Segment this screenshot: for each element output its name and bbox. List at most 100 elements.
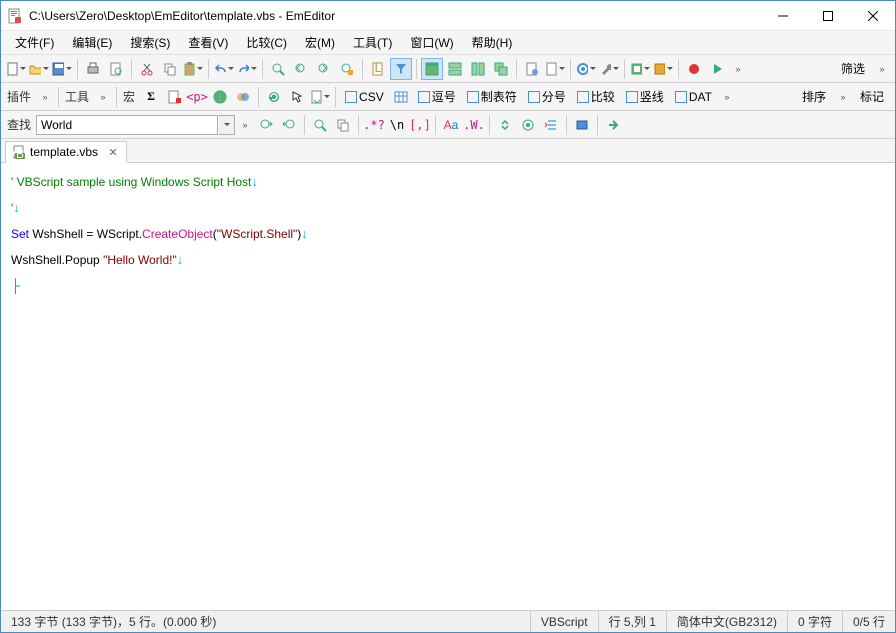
tile-vertical-button[interactable]	[467, 58, 489, 80]
overflow-icon[interactable]: »	[96, 86, 110, 108]
tab-close-button[interactable]: ✕	[106, 145, 120, 159]
large-file-button[interactable]: L	[367, 58, 389, 80]
status-bytes: 133 字节 (133 字节)，5 行。(0.000 秒)	[1, 611, 531, 632]
print-button[interactable]	[82, 58, 104, 80]
sigma-button[interactable]: Σ	[140, 86, 162, 108]
window-combine-button[interactable]	[421, 58, 443, 80]
find-prev-button[interactable]	[290, 58, 312, 80]
vbs-file-icon: VBS	[12, 145, 26, 159]
code-tag-button[interactable]: <p>	[186, 86, 208, 108]
config-button[interactable]	[521, 58, 543, 80]
close-button[interactable]	[850, 1, 895, 30]
redo-button[interactable]	[236, 58, 258, 80]
overflow-icon[interactable]: »	[720, 86, 734, 108]
overflow-icon[interactable]: »	[836, 86, 850, 108]
brackets-button[interactable]: [,]	[409, 114, 431, 136]
document-tab[interactable]: VBS template.vbs ✕	[5, 141, 127, 163]
find-next-button[interactable]	[313, 58, 335, 80]
menu-tools[interactable]: 工具(T)	[345, 31, 400, 54]
list-indent-button[interactable]	[540, 114, 562, 136]
case-button[interactable]: Aa	[440, 114, 462, 136]
custom-button[interactable]	[652, 58, 674, 80]
separator	[131, 59, 132, 79]
gear-button[interactable]	[575, 58, 597, 80]
menu-view[interactable]: 查看(V)	[180, 31, 236, 54]
macro-stop-button[interactable]	[163, 86, 185, 108]
world-icon[interactable]	[209, 86, 231, 108]
cascade-button[interactable]	[490, 58, 512, 80]
regex-button[interactable]: .*?	[363, 114, 385, 136]
record-button[interactable]	[683, 58, 705, 80]
pointer-icon[interactable]	[286, 86, 308, 108]
overflow-icon[interactable]: »	[731, 58, 745, 80]
status-chars: 0 字符	[788, 611, 843, 632]
separator	[262, 59, 263, 79]
menu-window[interactable]: 窗口(W)	[402, 31, 461, 54]
print-preview-button[interactable]	[105, 58, 127, 80]
find-next-in-bar[interactable]	[278, 114, 300, 136]
spanner-button[interactable]	[598, 58, 620, 80]
center-button[interactable]	[517, 114, 539, 136]
tab-mode-button[interactable]: 制表符	[462, 86, 522, 108]
menu-file[interactable]: 文件(F)	[7, 31, 62, 54]
overflow-icon[interactable]: »	[238, 114, 252, 136]
up-down-button[interactable]	[494, 114, 516, 136]
find-dropdown-button[interactable]	[219, 115, 235, 135]
filter-panel-button[interactable]: 筛选	[834, 57, 872, 80]
mark-panel-button[interactable]: 标记	[853, 85, 891, 108]
find-prev-in-bar[interactable]	[255, 114, 277, 136]
convert-button[interactable]	[309, 86, 331, 108]
overflow-icon[interactable]: »	[875, 58, 889, 80]
sort-panel-button[interactable]: 排序	[795, 85, 833, 108]
undo-button[interactable]	[213, 58, 235, 80]
extract-button[interactable]	[332, 114, 354, 136]
menu-help[interactable]: 帮助(H)	[464, 31, 521, 54]
minimize-button[interactable]	[760, 1, 805, 30]
comma-mode-button[interactable]: 逗号	[413, 86, 461, 108]
new-file-button[interactable]	[5, 58, 27, 80]
status-language[interactable]: VBScript	[531, 611, 599, 632]
maximize-button[interactable]	[805, 1, 850, 30]
status-lines: 0/5 行	[843, 611, 895, 632]
editor-area[interactable]: ' VBScript sample using Windows Script H…	[1, 163, 895, 610]
app-window: C:\Users\Zero\Desktop\EmEditor\template.…	[0, 0, 896, 633]
overflow-icon[interactable]: »	[38, 86, 52, 108]
play-button[interactable]	[706, 58, 728, 80]
find-label: 查找	[5, 116, 35, 133]
save-button[interactable]	[51, 58, 73, 80]
status-encoding[interactable]: 简体中文(GB2312)	[667, 611, 788, 632]
menu-compare[interactable]: 比较(C)	[238, 31, 295, 54]
tile-horizontal-button[interactable]	[444, 58, 466, 80]
dat-mode-button[interactable]: DAT	[670, 86, 717, 108]
find-button[interactable]	[267, 58, 289, 80]
editor-content[interactable]: ' VBScript sample using Windows Script H…	[1, 163, 895, 305]
semicolon-mode-button[interactable]: 分号	[523, 86, 571, 108]
copy-button[interactable]	[159, 58, 181, 80]
window-title: C:\Users\Zero\Desktop\EmEditor\template.…	[29, 9, 760, 23]
replace-button[interactable]	[336, 58, 358, 80]
refresh-button[interactable]	[263, 86, 285, 108]
menu-macro[interactable]: 宏(M)	[297, 31, 343, 54]
config-dropdown-button[interactable]	[544, 58, 566, 80]
separator	[335, 87, 336, 107]
menu-search[interactable]: 搜索(S)	[122, 31, 178, 54]
code-method: CreateObject	[142, 227, 213, 241]
box-button[interactable]	[571, 114, 593, 136]
overlap-icon[interactable]	[232, 86, 254, 108]
vline-mode-button[interactable]: 竖线	[621, 86, 669, 108]
filter-button[interactable]	[390, 58, 412, 80]
find-input[interactable]	[36, 115, 218, 135]
escape-button[interactable]: \n	[386, 114, 408, 136]
plugin-config-button[interactable]	[629, 58, 651, 80]
cut-button[interactable]	[136, 58, 158, 80]
paste-button[interactable]	[182, 58, 204, 80]
open-file-button[interactable]	[28, 58, 50, 80]
go-button[interactable]	[602, 114, 624, 136]
menu-edit[interactable]: 编辑(E)	[64, 31, 120, 54]
whole-word-button[interactable]: .W.	[463, 114, 485, 136]
table-icon[interactable]	[390, 86, 412, 108]
csv-mode-button[interactable]: CSV	[340, 86, 389, 108]
separator	[258, 87, 259, 107]
compare-mode-button[interactable]: 比较	[572, 86, 620, 108]
find-highlight-button[interactable]	[309, 114, 331, 136]
